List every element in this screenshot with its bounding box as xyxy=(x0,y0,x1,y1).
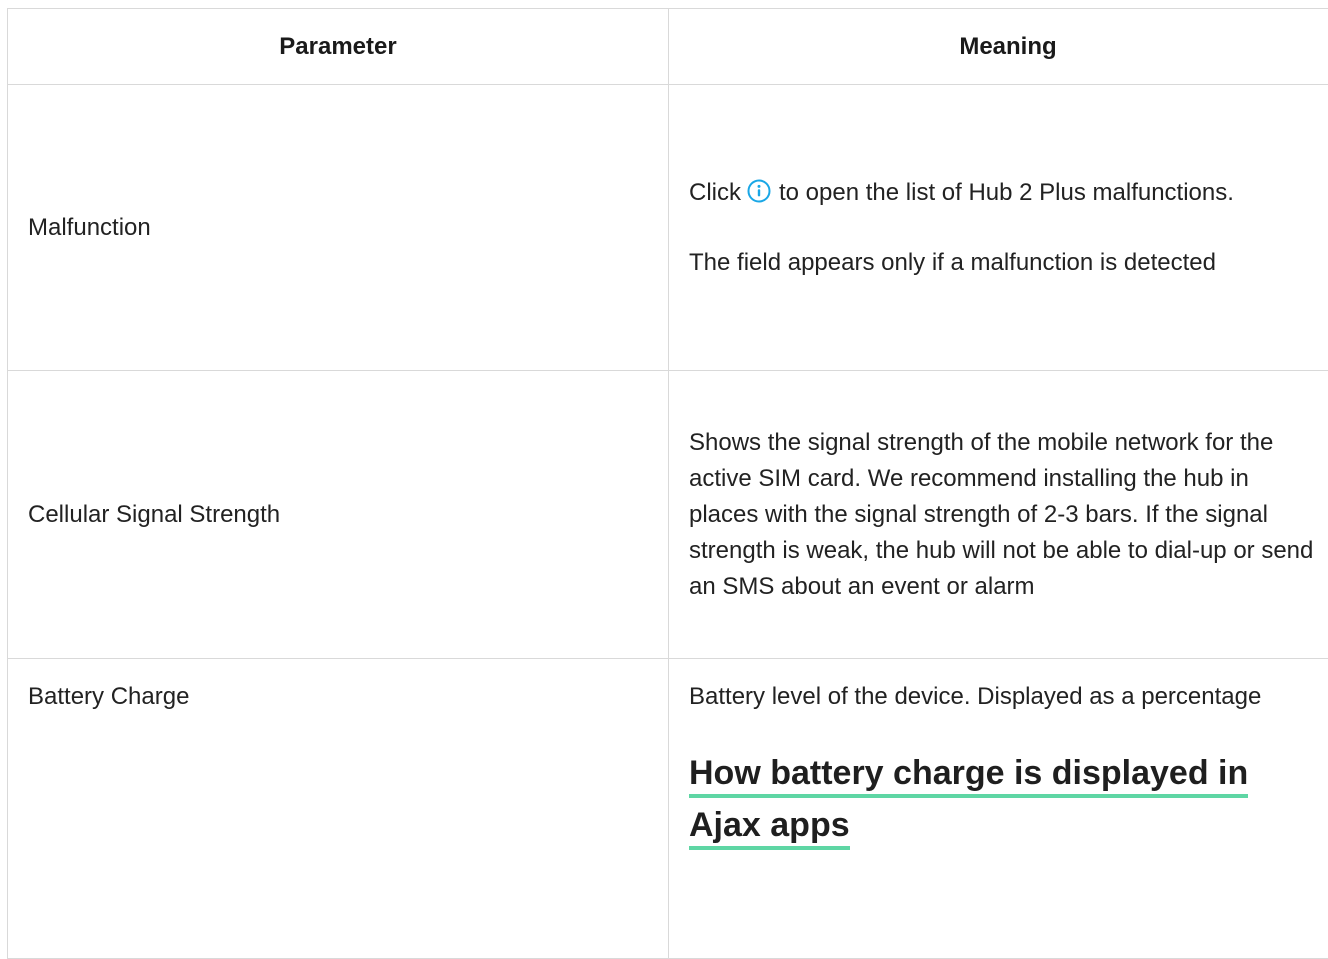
parameter-cell: Cellular Signal Strength xyxy=(8,371,669,659)
meaning-text: Shows the signal strength of the mobile … xyxy=(689,425,1317,605)
meaning-text: Click to open the list of Hub 2 Plus mal… xyxy=(689,175,1317,211)
meaning-cell: Click to open the list of Hub 2 Plus mal… xyxy=(669,85,1328,371)
meaning-note: The field appears only if a malfunction … xyxy=(689,245,1317,281)
table-row: Malfunction Click to open the list of Hu… xyxy=(8,85,1328,371)
table-row: Cellular Signal Strength Shows the signa… xyxy=(8,371,1328,659)
table-header-row: Parameter Meaning xyxy=(8,9,1328,85)
meaning-text-end: to open the list of Hub 2 Plus malfuncti… xyxy=(779,179,1234,206)
meaning-text: Battery level of the device. Displayed a… xyxy=(689,679,1317,715)
parameter-cell: Malfunction xyxy=(8,85,669,371)
header-parameter: Parameter xyxy=(8,9,669,85)
battery-charge-link[interactable]: How battery charge is displayed in Ajax … xyxy=(689,754,1248,850)
table-row: Battery Charge Battery level of the devi… xyxy=(8,659,1328,959)
battery-charge-link-heading: How battery charge is displayed in Ajax … xyxy=(689,747,1317,851)
meaning-text-start: Click xyxy=(689,179,741,206)
info-icon[interactable] xyxy=(747,179,771,203)
meaning-cell: Shows the signal strength of the mobile … xyxy=(669,371,1328,659)
parameter-cell: Battery Charge xyxy=(8,659,669,959)
meaning-cell: Battery level of the device. Displayed a… xyxy=(669,659,1328,959)
parameters-table: Parameter Meaning Malfunction Click to o… xyxy=(7,8,1328,959)
header-meaning: Meaning xyxy=(669,9,1328,85)
